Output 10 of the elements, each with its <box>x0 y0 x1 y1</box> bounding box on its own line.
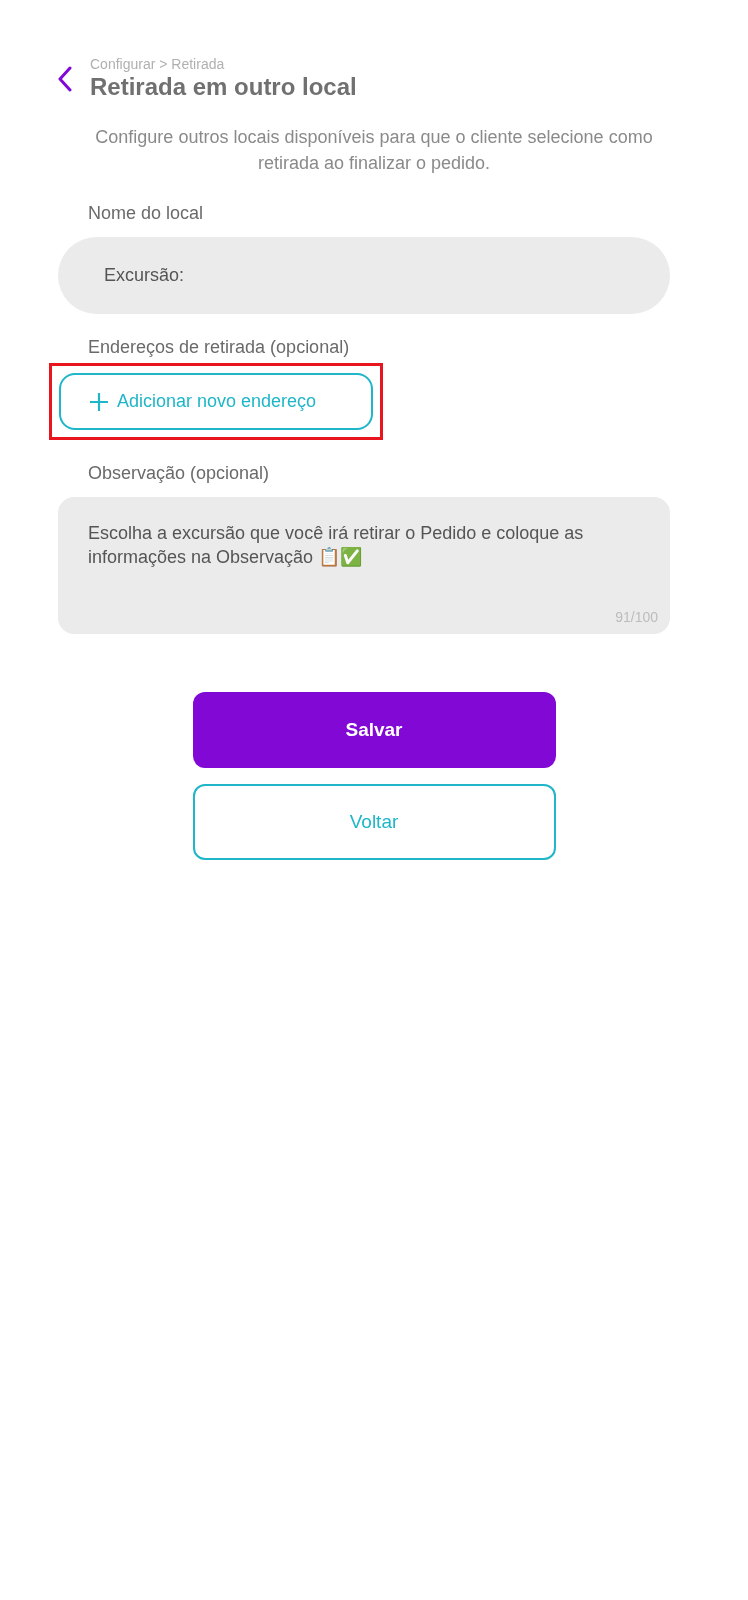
page-title: Retirada em outro local <box>90 72 357 102</box>
field-label: Endereços de retirada (opcional) <box>88 336 350 359</box>
plus-icon <box>89 391 109 412</box>
name-field[interactable]: Excursão: <box>58 237 670 314</box>
breadcrumb: Configurar > Retirada <box>90 56 226 72</box>
field-label: Observação (opcional) <box>88 462 270 485</box>
field-label: Nome do local <box>88 202 204 225</box>
back-icon <box>58 66 72 92</box>
save-button[interactable]: Salvar <box>192 692 556 768</box>
description-text: Configure outros locais disponíveis para que o cliente selecione como retirada ao finalizar o pedido. <box>94 126 654 175</box>
